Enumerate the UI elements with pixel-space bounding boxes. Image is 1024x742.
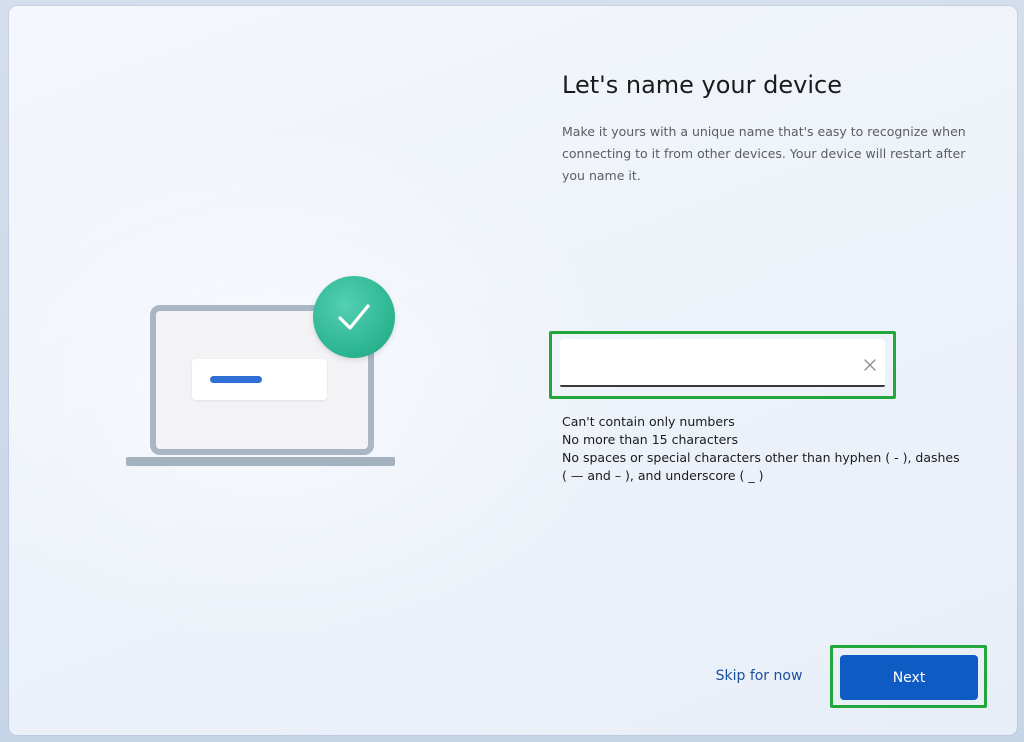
next-button[interactable]: Next (840, 655, 978, 700)
window-frame: Let's name your device Make it yours wit… (0, 0, 1024, 742)
checkmark-icon (313, 276, 395, 358)
skip-for-now-link[interactable]: Skip for now (700, 668, 818, 690)
device-name-input[interactable] (560, 339, 885, 387)
page-description: Make it yours with a unique name that's … (562, 124, 966, 183)
rule-item: Can't contain only numbers (562, 414, 735, 429)
rule-item: No spaces or special characters other th… (562, 450, 960, 465)
rule-item: No more than 15 characters (562, 432, 738, 447)
close-icon[interactable] (860, 355, 880, 375)
page-title: Let's name your device (562, 71, 842, 99)
naming-rules: Can't contain only numbers No more than … (562, 413, 1002, 485)
rule-item: ( — and – ), and underscore ( _ ) (562, 468, 764, 483)
screen-progress-bar (210, 376, 262, 383)
laptop-base (126, 457, 395, 466)
